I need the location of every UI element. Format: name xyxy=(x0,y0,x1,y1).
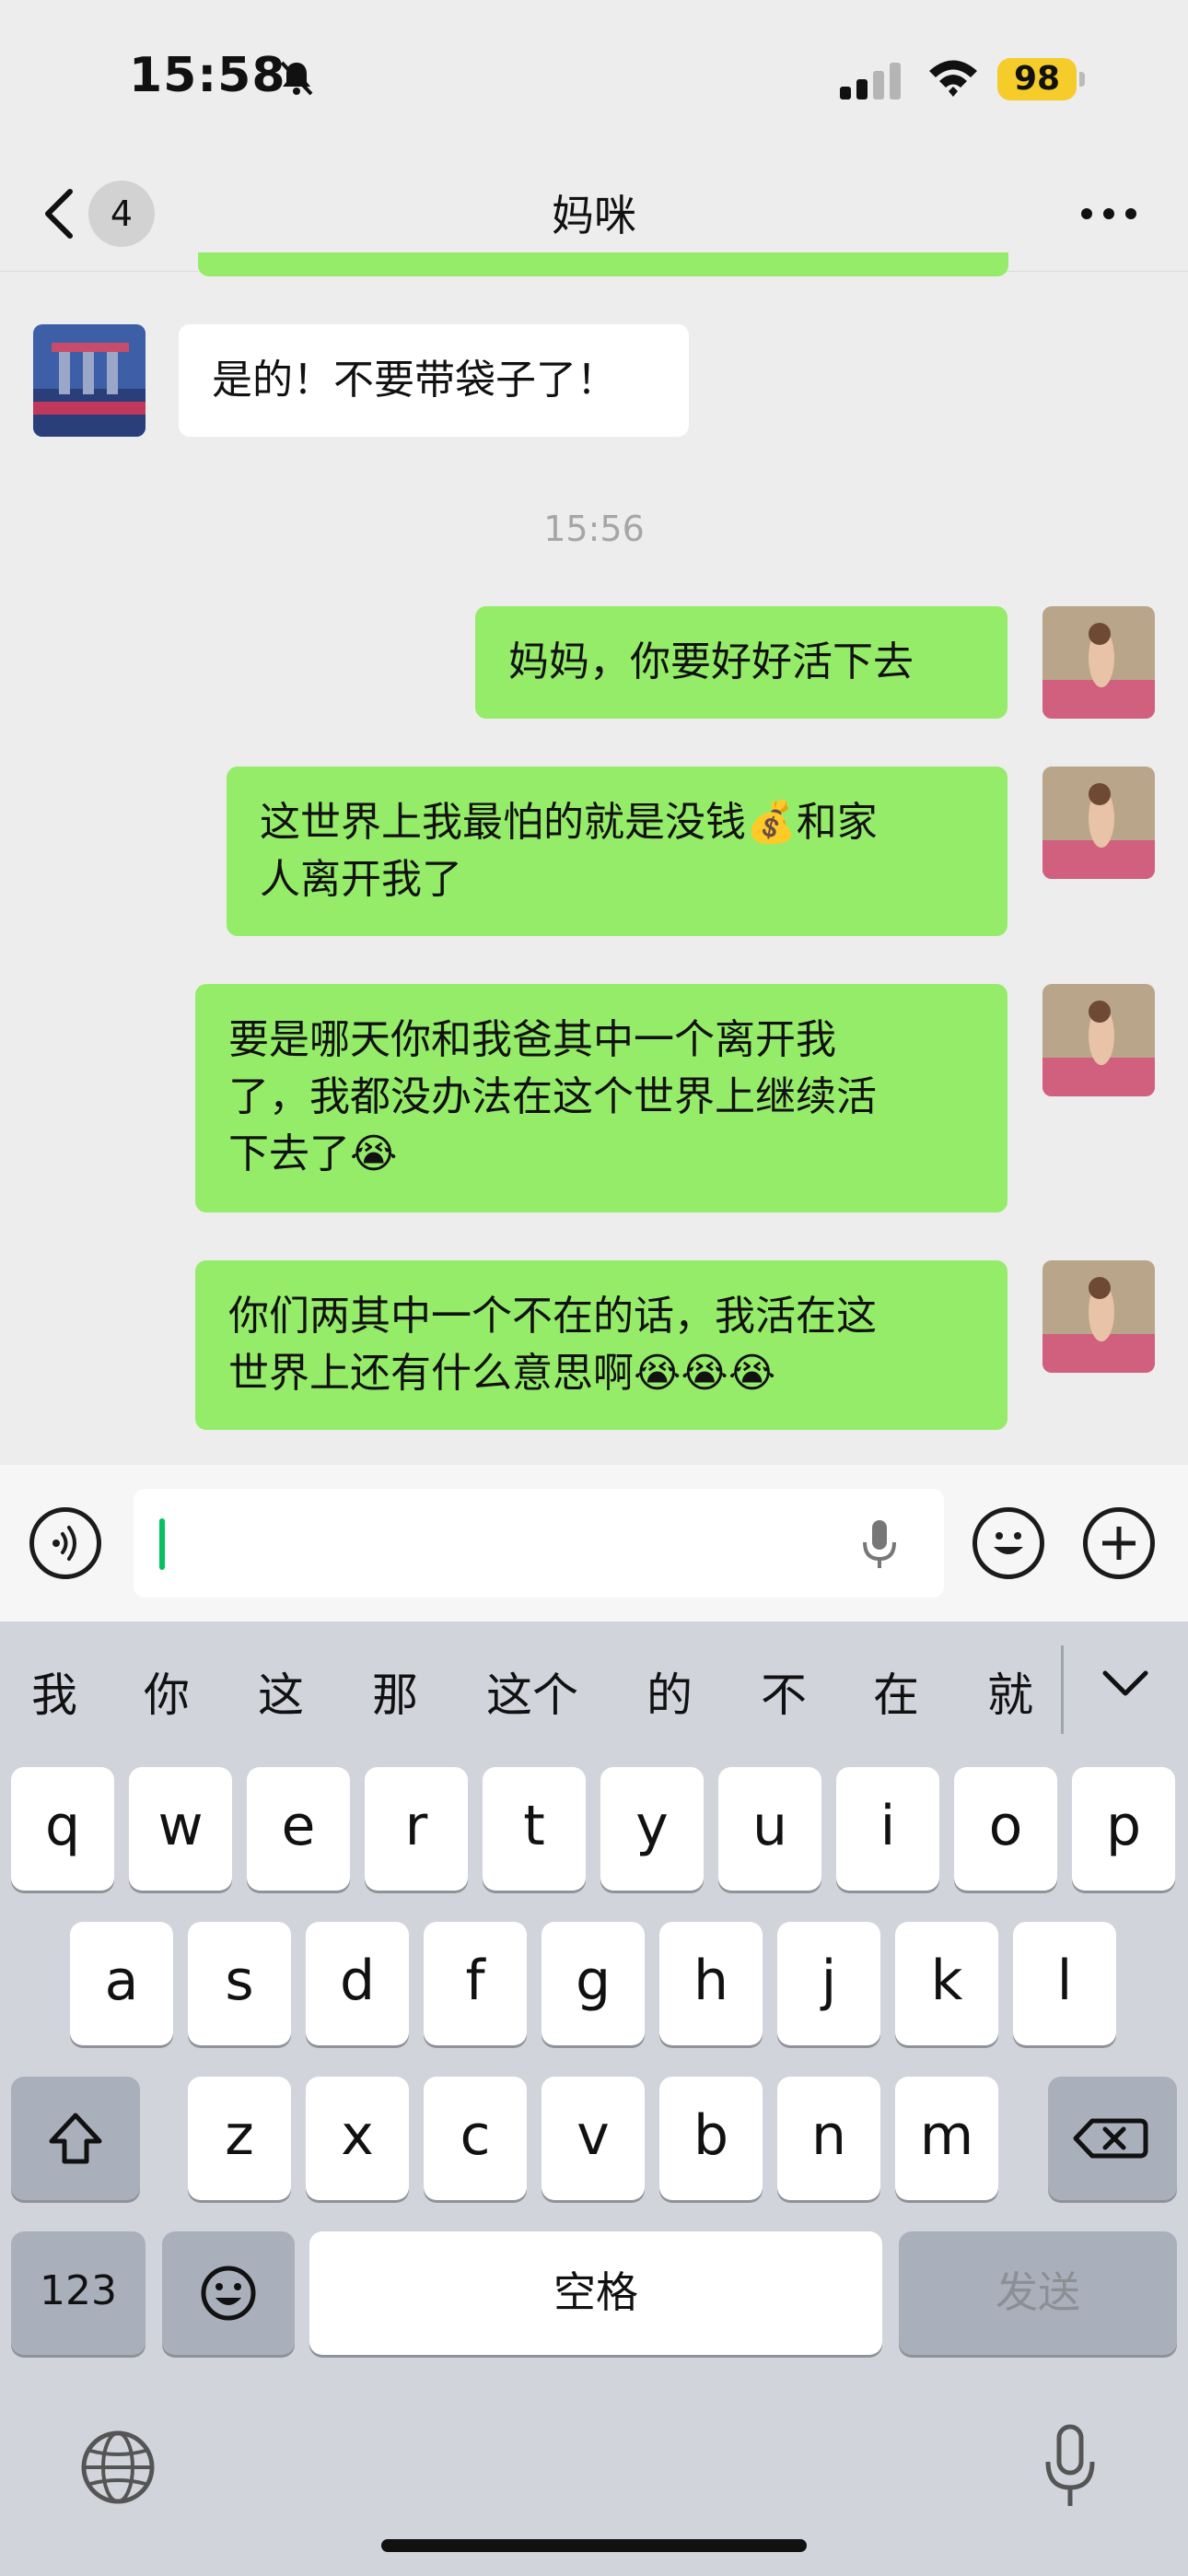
my-avatar[interactable] xyxy=(1042,606,1155,719)
message-bubble-incoming[interactable]: 是的！不要带袋子了！ xyxy=(179,324,689,437)
delete-icon xyxy=(1073,2118,1148,2159)
emoji-icon[interactable] xyxy=(973,1507,1044,1579)
wifi-icon xyxy=(929,60,977,97)
keyboard: 我 你 这 那 这个 的 不 在 就 q w e r t y u i o p a… xyxy=(0,1622,1188,2576)
key-i[interactable]: i xyxy=(836,1767,939,1891)
message-line: 人离开我了 xyxy=(260,856,462,903)
microphone-icon[interactable] xyxy=(861,1518,898,1570)
battery-cap xyxy=(1079,72,1085,87)
message-bubble-outgoing[interactable]: 妈妈，你要好好活下去 xyxy=(475,606,1007,719)
send-key[interactable]: 发送 xyxy=(899,2231,1177,2355)
key-h[interactable]: h xyxy=(659,1922,763,2045)
home-indicator xyxy=(381,2539,807,2552)
key-q[interactable]: q xyxy=(11,1767,114,1891)
candidate-word[interactable]: 就 xyxy=(987,1658,1033,1725)
chat-title: 妈咪 xyxy=(552,191,636,240)
key-z[interactable]: z xyxy=(188,2077,291,2200)
previous-message-bubble xyxy=(198,252,1008,276)
text-caret xyxy=(159,1518,165,1570)
candidate-word[interactable]: 这个 xyxy=(486,1658,578,1725)
candidate-divider xyxy=(1061,1645,1064,1734)
emoji-icon xyxy=(201,2266,256,2321)
globe-icon[interactable] xyxy=(79,2429,157,2506)
numbers-key[interactable]: 123 xyxy=(11,2231,146,2355)
chevron-left-icon[interactable] xyxy=(37,184,83,243)
candidate-word[interactable]: 你 xyxy=(144,1658,190,1725)
plus-icon[interactable] xyxy=(1083,1507,1155,1579)
message-line: 下去了😭 xyxy=(228,1130,398,1177)
message-line: 要是哪天你和我爸其中一个离开我 xyxy=(228,1016,836,1063)
key-a[interactable]: a xyxy=(70,1922,173,2045)
status-bar: 15:58 98 xyxy=(0,0,1188,157)
message-input[interactable] xyxy=(134,1489,944,1598)
bell-muted-icon xyxy=(280,61,313,96)
my-avatar[interactable] xyxy=(1042,767,1155,879)
candidate-word[interactable]: 我 xyxy=(31,1658,77,1725)
key-v[interactable]: v xyxy=(542,2077,645,2200)
candidate-word[interactable]: 不 xyxy=(761,1658,807,1725)
message-text: 这世界上我最怕的就是没钱💰和家 人离开我了 xyxy=(227,767,1007,936)
message-text: 妈妈，你要好好活下去 xyxy=(508,638,914,685)
key-x[interactable]: x xyxy=(306,2077,409,2200)
candidate-word[interactable]: 的 xyxy=(646,1658,693,1725)
message-bubble-outgoing[interactable]: 这世界上我最怕的就是没钱💰和家 人离开我了 xyxy=(227,767,1007,936)
message-line: 了，我都没办法在这个世界上继续活 xyxy=(228,1073,877,1120)
my-avatar[interactable] xyxy=(1042,984,1155,1096)
unread-badge[interactable]: 4 xyxy=(88,181,155,247)
candidate-word[interactable]: 那 xyxy=(372,1658,418,1725)
key-r[interactable]: r xyxy=(365,1767,468,1891)
candidate-word[interactable]: 这 xyxy=(258,1658,304,1725)
microphone-icon[interactable] xyxy=(1042,2423,1098,2512)
my-avatar[interactable] xyxy=(1042,1260,1155,1373)
message-input-bar xyxy=(0,1465,1188,1622)
message-text: 要是哪天你和我爸其中一个离开我 了，我都没办法在这个世界上继续活 下去了😭 xyxy=(195,984,1007,1211)
key-p[interactable]: p xyxy=(1072,1767,1175,1891)
shift-key[interactable] xyxy=(11,2077,140,2200)
contact-avatar[interactable] xyxy=(33,324,146,437)
message-line: 这世界上我最怕的就是没钱💰和家 xyxy=(260,799,878,846)
message-bubble-outgoing[interactable]: 你们两其中一个不在的话，我活在这 世界上还有什么意思啊😭😭😭 xyxy=(195,1260,1007,1430)
chevron-down-icon[interactable] xyxy=(1101,1669,1149,1697)
key-t[interactable]: t xyxy=(483,1767,586,1891)
key-w[interactable]: w xyxy=(129,1767,232,1891)
signal-icon xyxy=(840,63,901,100)
shift-icon xyxy=(49,2113,102,2164)
battery-level: 98 xyxy=(997,58,1077,100)
key-e[interactable]: e xyxy=(247,1767,350,1891)
key-n[interactable]: n xyxy=(777,2077,880,2200)
voice-icon[interactable] xyxy=(29,1507,101,1579)
emoji-key[interactable] xyxy=(162,2231,295,2355)
key-b[interactable]: b xyxy=(659,2077,763,2200)
key-s[interactable]: s xyxy=(188,1922,291,2045)
key-k[interactable]: k xyxy=(895,1922,998,2045)
key-c[interactable]: c xyxy=(424,2077,527,2200)
key-u[interactable]: u xyxy=(718,1767,821,1891)
more-icon[interactable] xyxy=(1079,205,1138,223)
key-y[interactable]: y xyxy=(600,1767,704,1891)
status-time: 15:58 xyxy=(129,48,286,103)
message-line: 世界上还有什么意思啊😭😭😭 xyxy=(228,1350,776,1397)
delete-key[interactable] xyxy=(1048,2077,1177,2200)
key-m[interactable]: m xyxy=(895,2077,998,2200)
key-f[interactable]: f xyxy=(424,1922,527,2045)
key-l[interactable]: l xyxy=(1013,1922,1116,2045)
candidate-word[interactable]: 在 xyxy=(873,1658,919,1725)
chat-timestamp: 15:56 xyxy=(543,509,645,549)
key-g[interactable]: g xyxy=(542,1922,645,2045)
key-d[interactable]: d xyxy=(306,1922,409,2045)
key-j[interactable]: j xyxy=(777,1922,880,2045)
space-key[interactable]: 空格 xyxy=(309,2231,882,2355)
message-line: 你们两其中一个不在的话，我活在这 xyxy=(228,1293,877,1340)
key-o[interactable]: o xyxy=(954,1767,1057,1891)
message-text: 是的！不要带袋子了！ xyxy=(212,357,617,404)
message-text: 你们两其中一个不在的话，我活在这 世界上还有什么意思啊😭😭😭 xyxy=(195,1260,1007,1430)
message-bubble-outgoing[interactable]: 要是哪天你和我爸其中一个离开我 了，我都没办法在这个世界上继续活 下去了😭 xyxy=(195,984,1007,1212)
